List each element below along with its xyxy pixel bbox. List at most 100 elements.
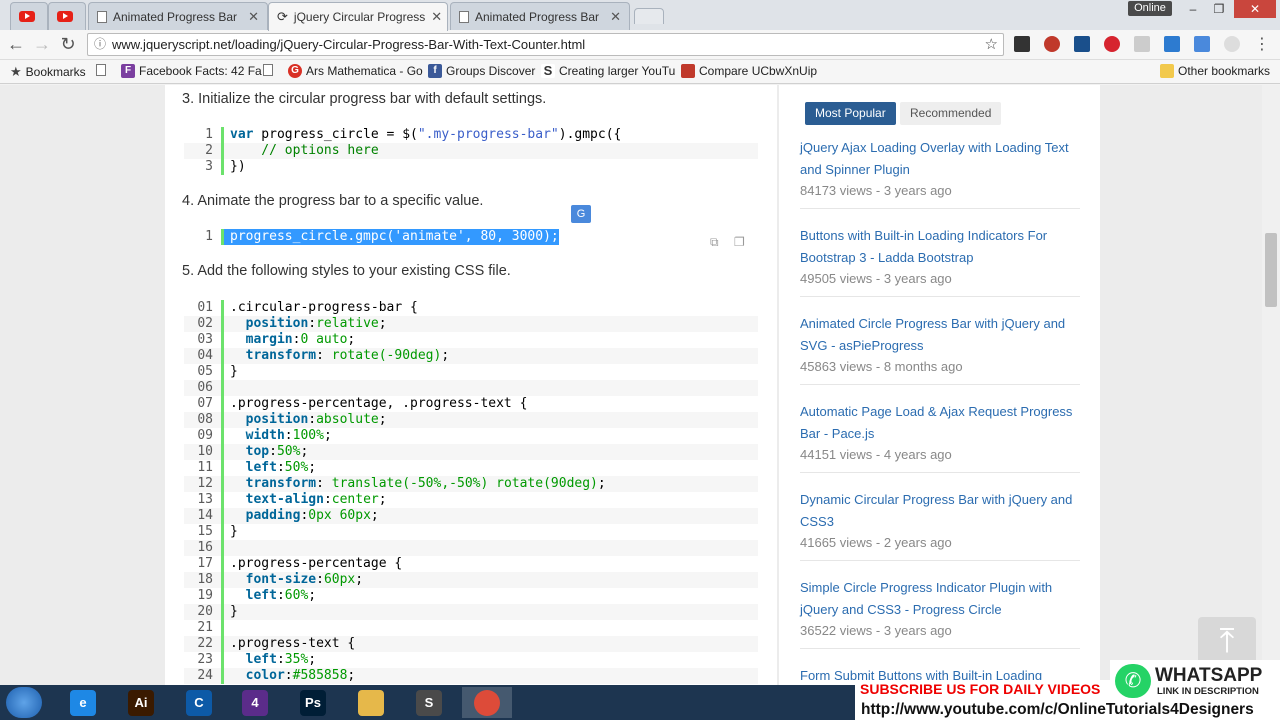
copy-icon[interactable]: ❐ <box>734 235 745 249</box>
code-line: } <box>230 364 238 379</box>
line-number: 12 <box>184 476 224 492</box>
bookmark-compare[interactable]: Compare UCbwXnUip <box>681 64 817 78</box>
bookmark-ars-mathematica[interactable]: G Ars Mathematica - Go <box>288 64 423 78</box>
bookmark-creating-larger[interactable]: S Creating larger YouTu <box>541 64 675 78</box>
taskbar-app-6[interactable] <box>346 687 396 718</box>
code-line-selected: progress_circle.gmpc('animate', 80, 3000… <box>224 229 559 245</box>
minimize-button[interactable]: – <box>1180 0 1206 18</box>
app-icon: C <box>186 689 212 716</box>
article-link[interactable]: Simple Circle Progress Indicator Plugin … <box>800 577 1080 621</box>
close-tab-icon[interactable]: ✕ <box>431 9 442 25</box>
bookmark-facebook-facts[interactable]: F Facebook Facts: 42 Fa <box>121 64 262 78</box>
popular-article: Buttons with Built-in Loading Indicators… <box>800 225 1080 297</box>
line-number: 23 <box>184 652 224 668</box>
bookmark-label: Facebook Facts: 42 Fa <box>139 64 262 78</box>
article-link[interactable]: Animated Circle Progress Bar with jQuery… <box>800 313 1080 357</box>
code-line: transform: translate(-50%,-50%) rotate(9… <box>245 476 606 491</box>
taskbar-app-2[interactable]: Ai <box>116 687 166 718</box>
bookmark-groups-discover[interactable]: f Groups Discover <box>428 64 535 78</box>
tab-most-popular[interactable]: Most Popular <box>805 102 896 125</box>
scrollbar[interactable] <box>1262 85 1280 685</box>
popular-article: Simple Circle Progress Indicator Plugin … <box>800 577 1080 649</box>
view-source-icon[interactable]: ⧉ <box>710 235 719 250</box>
bookmark-page[interactable] <box>263 64 273 76</box>
forward-button[interactable]: → <box>31 34 53 55</box>
line-number: 05 <box>184 364 224 380</box>
tab-youtube-2[interactable] <box>48 2 86 30</box>
tab-recommended[interactable]: Recommended <box>900 102 1002 125</box>
tab-animated-progress-1[interactable]: Animated Progress Bar ✕ <box>88 2 268 30</box>
scrollbar-thumb[interactable] <box>1265 233 1277 307</box>
chart-icon <box>681 64 695 78</box>
taskbar-app-3[interactable]: C <box>174 687 224 718</box>
line-number: 18 <box>184 572 224 588</box>
article-link[interactable]: Buttons with Built-in Loading Indicators… <box>800 225 1080 269</box>
code-line: margin:0 auto; <box>245 332 356 347</box>
line-number: 21 <box>184 620 224 636</box>
app-icon: Ai <box>128 689 154 716</box>
youtube-icon <box>57 11 73 22</box>
taskbar-app-5[interactable]: Ps <box>288 687 338 718</box>
tab-title: Animated Progress Bar <box>113 9 238 24</box>
reload-button[interactable]: ↻ <box>57 34 79 55</box>
close-tab-icon[interactable]: ✕ <box>610 9 621 25</box>
status-badge: Online <box>1128 1 1172 16</box>
line-number: 11 <box>184 460 224 476</box>
start-button[interactable] <box>6 687 42 718</box>
jqueryscript-icon: ⟳ <box>277 9 288 24</box>
tab-jquery-circular[interactable]: ⟳ jQuery Circular Progress ✕ <box>268 2 448 31</box>
article-link[interactable]: jQuery Ajax Loading Overlay with Loading… <box>800 137 1080 181</box>
translate-popup-icon[interactable]: G <box>571 205 591 223</box>
taskbar-app-7[interactable]: S <box>404 687 454 718</box>
tab-animated-progress-2[interactable]: Animated Progress Bar ✕ <box>450 2 630 30</box>
code-block-init: 1 var progress_circle = $(".my-progress-b… <box>184 127 758 175</box>
bookmark-label: Creating larger YouTu <box>559 64 676 78</box>
whatsapp-label: WHATSAPP <box>1155 665 1263 686</box>
tab-title: Animated Progress Bar <box>475 9 600 24</box>
pinterest-icon[interactable] <box>1104 36 1120 52</box>
address-bar[interactable]: ⓘ www.jqueryscript.net/loading/jQuery-Ci… <box>87 33 1004 56</box>
code-line: font-size:60px; <box>245 572 364 587</box>
back-button[interactable]: ← <box>5 34 27 55</box>
bookmark-page[interactable] <box>96 64 106 76</box>
code-line: left:35%; <box>245 652 317 667</box>
info-icon: ⓘ <box>94 37 107 51</box>
close-window-button[interactable]: ✕ <box>1234 0 1276 18</box>
bookmark-label: Bookmarks <box>25 65 86 79</box>
translate-icon[interactable] <box>1194 36 1210 52</box>
code-line: // options here <box>230 143 379 158</box>
code-line: left:50%; <box>245 460 317 475</box>
line-number: 08 <box>184 412 224 428</box>
code-block-animate: 1 progress_circle.gmpc('animate', 80, 300… <box>184 229 758 245</box>
article-link[interactable]: Automatic Page Load & Ajax Request Progr… <box>800 401 1080 445</box>
extension-icon[interactable] <box>1134 36 1150 52</box>
line-number: 20 <box>184 604 224 620</box>
taskbar-app-8[interactable] <box>462 687 512 718</box>
code-line: padding:0px 60px; <box>245 508 379 523</box>
extension-icon[interactable] <box>1014 36 1030 52</box>
article-link[interactable]: Dynamic Circular Progress Bar with jQuer… <box>800 489 1080 533</box>
new-tab-button[interactable] <box>634 8 664 24</box>
taskbar-app-1[interactable]: e <box>58 687 108 718</box>
code-line: left:60%; <box>245 588 317 603</box>
code-line: width:100%; <box>245 428 332 443</box>
app-icon <box>474 689 500 716</box>
bookmark-bookmarks[interactable]: ★ Bookmarks <box>10 64 86 80</box>
menu-icon[interactable]: ⋮ <box>1254 34 1270 54</box>
extension-icon[interactable] <box>1224 36 1240 52</box>
close-tab-icon[interactable]: ✕ <box>248 9 259 25</box>
extension-icon[interactable] <box>1164 36 1180 52</box>
extension-icon[interactable] <box>1074 36 1090 52</box>
taskbar-app-4[interactable]: 4 <box>230 687 280 718</box>
extension-icon[interactable] <box>1044 36 1060 52</box>
tab-youtube-1[interactable] <box>10 2 48 30</box>
bookmark-label: Groups Discover <box>446 64 536 78</box>
code-line: .circular-progress-bar { <box>230 300 418 315</box>
other-bookmarks[interactable]: Other bookmarks <box>1160 64 1270 78</box>
folder-icon <box>1160 64 1174 78</box>
line-number: 04 <box>184 348 224 364</box>
bookmark-star-icon[interactable]: ☆ <box>985 34 998 55</box>
maximize-button[interactable]: ❐ <box>1206 0 1232 18</box>
article-meta: 36522 views - 3 years ago <box>800 623 952 638</box>
